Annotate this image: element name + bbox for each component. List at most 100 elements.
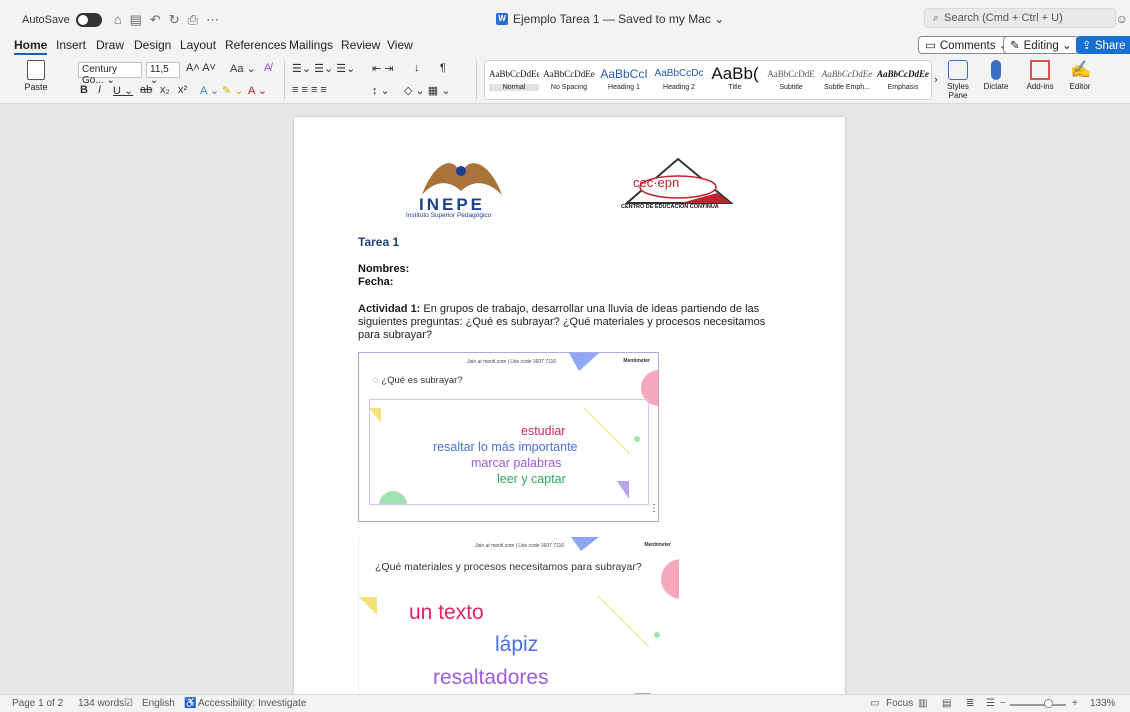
word-text: un texto — [409, 601, 484, 624]
subscript-icon[interactable]: x₂ — [160, 84, 170, 96]
tab-draw[interactable]: Draw — [96, 38, 124, 52]
paste-button[interactable]: Paste — [14, 60, 58, 100]
share-button[interactable]: ⇪ Share ⌄ — [1076, 36, 1130, 66]
document-canvas[interactable]: INEPE Instituto Superior Pedagógico cec·… — [6, 105, 1124, 694]
zoom-out-icon[interactable]: − — [1000, 698, 1006, 709]
word-cloud-item: resaltar lo más importante — [433, 440, 578, 454]
title-bar: AutoSave ⌂ ▤ ↶ ↻ ⎙ ⋯ W Ejemplo Tarea 1 —… — [0, 0, 1130, 36]
style-heading-2[interactable]: AaBbCcDc Heading 2 — [653, 64, 705, 98]
align-icons[interactable]: ≡ ≡ ≡ ≡ — [292, 84, 327, 96]
style-title[interactable]: AaBb( Title — [709, 64, 761, 98]
comments-button[interactable]: ▭ Comments ⌄ — [918, 36, 1016, 54]
styles-pane-label: Styles Pane — [947, 82, 969, 100]
shading-icon[interactable]: ◇ ⌄ ▦ ⌄ — [404, 84, 450, 97]
style-subtitle[interactable]: AaBbCcDdE Subtitle — [765, 64, 817, 98]
style-sample: AaBbCcDdEe — [877, 69, 929, 79]
focus-button[interactable]: Focus — [886, 698, 913, 709]
word-count[interactable]: 134 words — [78, 698, 124, 709]
editor-pen-icon: ✍ — [1070, 60, 1092, 79]
print-layout-icon[interactable]: ▥ — [918, 698, 927, 709]
mentimeter-slide-2[interactable]: Join at menti.com | Use code 1607 7116 M… — [358, 537, 679, 694]
tab-layout[interactable]: Layout — [180, 38, 216, 52]
activity-text: En grupos de trabajo, desarrollar una ll… — [358, 303, 766, 341]
outline-view-icon[interactable]: ≣ — [966, 698, 974, 709]
style-name: Subtle Emph... — [824, 84, 870, 91]
search-box[interactable]: ⌕ Search (Cmd + Ctrl + U) — [924, 8, 1116, 28]
tab-review[interactable]: Review — [341, 38, 380, 52]
change-case-icon[interactable]: Aa ⌄ — [230, 62, 256, 75]
clipboard-icon — [27, 60, 45, 80]
bullets-icon[interactable]: ☰⌄ ☰⌄ ☰⌄ — [292, 62, 355, 75]
tab-design[interactable]: Design — [134, 38, 171, 52]
superscript-icon[interactable]: x² — [178, 84, 187, 96]
style-emphasis[interactable]: AaBbCcDdEe Emphasis — [877, 64, 929, 98]
print-icon[interactable]: ⎙ — [188, 12, 198, 28]
editing-button[interactable]: ✎ Editing ⌄ — [1003, 36, 1079, 54]
line-spacing-icon[interactable]: ↕ ⌄ — [372, 84, 390, 97]
grow-font-icon[interactable]: A˄ A˅ — [186, 62, 216, 74]
proofing-icon[interactable]: ☑ — [124, 698, 133, 709]
document-title[interactable]: W Ejemplo Tarea 1 — Saved to my Mac ⌄ — [496, 12, 724, 26]
tab-insert[interactable]: Insert — [56, 38, 86, 52]
style-normal[interactable]: AaBbCcDdEe Normal — [489, 64, 539, 98]
undo-icon[interactable]: ↶ — [150, 12, 161, 28]
font-name-select[interactable]: Century Go... ⌄ — [78, 62, 142, 86]
web-layout-icon[interactable]: ▤ — [942, 698, 951, 709]
page-count[interactable]: Page 1 of 2 — [12, 698, 63, 709]
font-size-select[interactable]: 11,5 ⌄ — [146, 62, 180, 86]
zoom-slider[interactable] — [1010, 704, 1066, 706]
pilcrow-icon[interactable]: ¶ — [440, 62, 446, 74]
paste-label: Paste — [24, 82, 48, 92]
strikethrough-icon[interactable]: ab — [140, 84, 152, 96]
dictate-label: Dictate — [983, 82, 1009, 91]
autosave[interactable]: AutoSave ⌂ ▤ ↶ ↻ ⎙ ⋯ — [22, 12, 219, 28]
focus-icon: ▭ — [870, 698, 880, 709]
zoom-in-icon[interactable]: + — [1072, 698, 1078, 709]
text-effects-icon[interactable]: A ⌄ — [200, 84, 219, 97]
highlight-icon[interactable]: ✎ ⌄ — [222, 84, 244, 97]
tab-home[interactable]: Home — [14, 38, 48, 55]
word-cloud-item: lápiz — [495, 633, 538, 657]
italic-icon[interactable]: I — [98, 84, 101, 96]
sort-icon[interactable]: ↓ — [414, 62, 420, 74]
more-options-icon[interactable]: ⋮ — [649, 503, 658, 514]
home-icon[interactable]: ⌂ — [114, 12, 122, 28]
activity-label: Actividad 1: — [358, 303, 421, 315]
tab-references[interactable]: References — [225, 38, 286, 52]
bold-icon[interactable]: B — [80, 84, 88, 96]
underline-icon[interactable]: U ⌄ — [113, 84, 133, 97]
font-color-icon[interactable]: A ⌄ — [248, 84, 267, 97]
tab-view[interactable]: View — [387, 38, 413, 52]
word-text: estudiar — [521, 424, 566, 438]
microphone-icon — [991, 60, 1001, 80]
editor-button[interactable]: ✍ Editor — [1060, 60, 1100, 100]
style-sample: AaBbCcDdEe — [821, 69, 873, 79]
zoom-level[interactable]: 133% — [1090, 698, 1116, 709]
style-no-spacing[interactable]: AaBbCcDdEe No Spacing — [543, 64, 595, 98]
more-icon[interactable]: ⋯ — [206, 12, 219, 28]
accessibility-status[interactable]: Accessibility: Investigate — [198, 698, 306, 709]
fecha-label: Fecha: — [358, 276, 394, 288]
addins-button[interactable]: Add-ins — [1020, 60, 1060, 100]
clear-format-icon[interactable]: A̸ — [264, 62, 271, 74]
search-icon: ⌕ — [933, 11, 940, 24]
style-name: Heading 1 — [608, 84, 640, 91]
language-status[interactable]: English — [142, 698, 175, 709]
document-page[interactable]: INEPE Instituto Superior Pedagógico cec·… — [294, 117, 845, 694]
draft-view-icon[interactable]: ☰ — [986, 698, 995, 709]
indent-icon[interactable]: ⇤ ⇥ — [372, 62, 394, 75]
style-heading-1[interactable]: AaBbCcI Heading 1 — [599, 64, 649, 98]
ribbon-divider — [476, 60, 477, 100]
account-icon[interactable]: ☺ — [1116, 12, 1128, 26]
mentimeter-slide-1[interactable]: Join at menti.com | Use code 1607 7116 M… — [358, 352, 659, 522]
word-text: resaltar lo más importante — [433, 440, 578, 454]
zoom-slider-thumb[interactable] — [1044, 699, 1053, 708]
styles-pane-button[interactable]: Styles Pane — [938, 60, 978, 100]
save-icon[interactable]: ▤ — [130, 12, 142, 28]
dictate-button[interactable]: Dictate — [976, 60, 1016, 100]
redo-icon[interactable]: ↻ — [169, 12, 180, 28]
style-sample: AaBbCcDdEe — [489, 69, 539, 79]
autosave-toggle[interactable] — [75, 13, 102, 27]
style-subtle-emphasis[interactable]: AaBbCcDdEe Subtle Emph... — [821, 64, 873, 98]
tab-mailings[interactable]: Mailings — [289, 38, 333, 52]
